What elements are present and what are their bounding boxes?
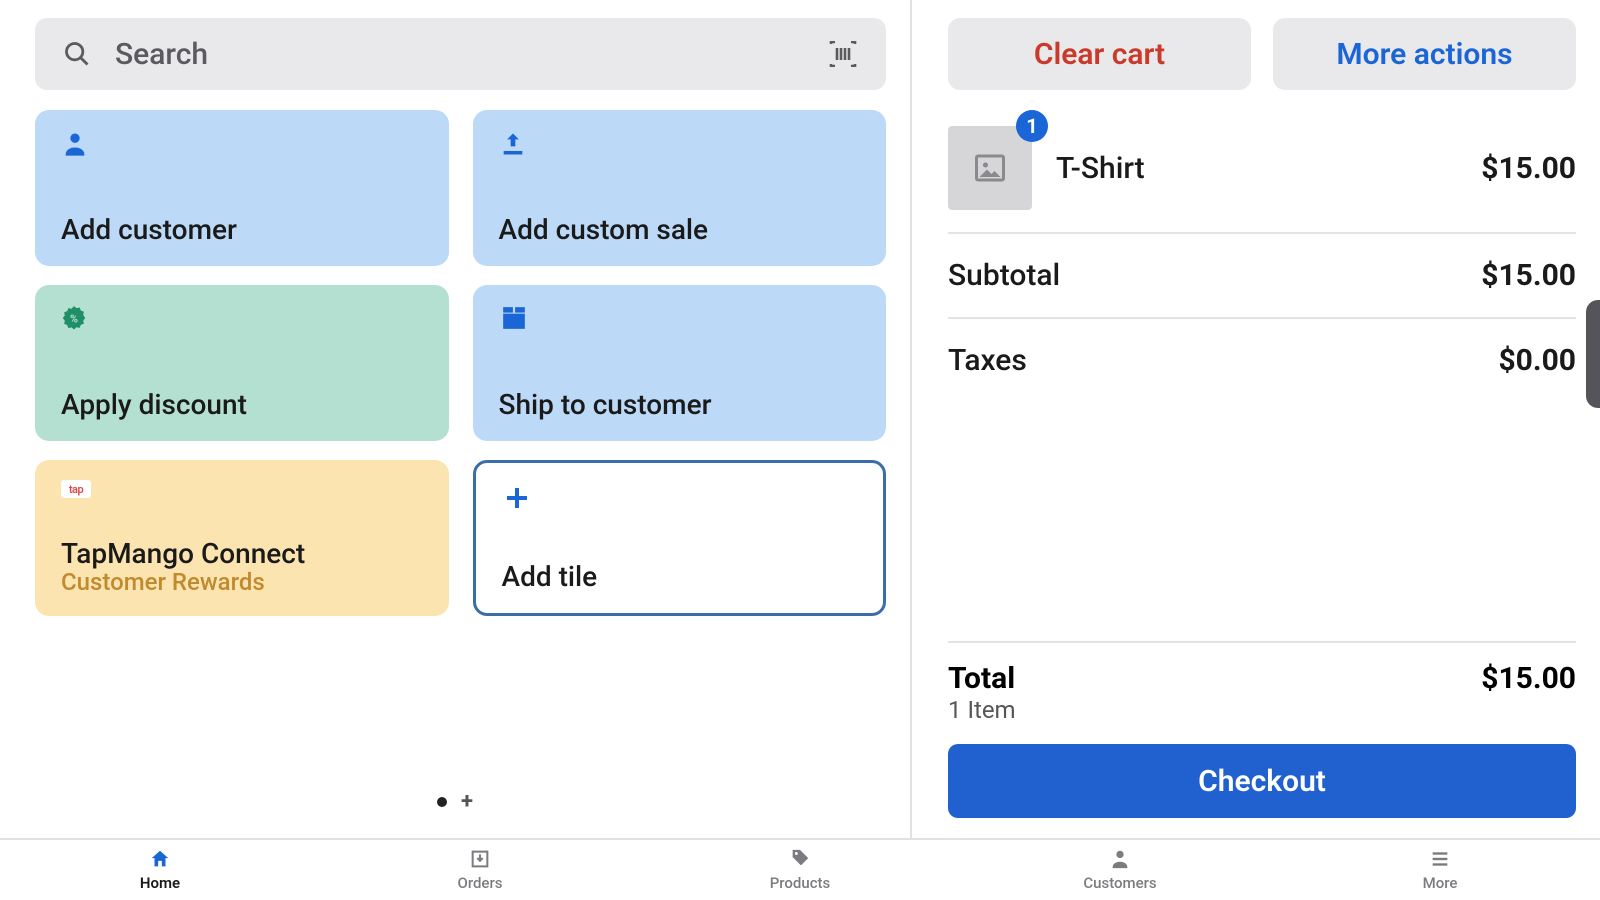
- tile-sublabel: Customer Rewards: [61, 568, 423, 596]
- package-icon: [499, 305, 527, 333]
- quantity-badge: 1: [1016, 110, 1048, 142]
- page-dot-icon: [437, 797, 447, 807]
- add-page-icon[interactable]: +: [461, 789, 473, 814]
- tile-label: Ship to customer: [499, 388, 861, 421]
- search-icon: [63, 40, 91, 68]
- nav-more[interactable]: More: [1370, 848, 1510, 892]
- total-value: $15.00: [1481, 661, 1576, 696]
- page-indicator: +: [0, 789, 910, 814]
- tapmango-badge-icon: tap: [61, 480, 423, 498]
- nav-home[interactable]: Home: [90, 848, 230, 892]
- nav-orders[interactable]: Orders: [410, 848, 550, 892]
- ship-to-customer-tile[interactable]: Ship to customer: [473, 285, 887, 441]
- add-customer-tile[interactable]: Add customer: [35, 110, 449, 266]
- total-item-count: 1 Item: [948, 696, 1016, 724]
- subtotal-value: $15.00: [1481, 258, 1576, 293]
- checkout-button[interactable]: Checkout: [948, 744, 1576, 818]
- cart-item-name: T-Shirt: [1056, 151, 1481, 186]
- add-tile-button[interactable]: Add tile: [473, 460, 887, 616]
- nav-label: Customers: [1083, 874, 1156, 892]
- menu-icon: [1427, 848, 1453, 870]
- more-actions-button[interactable]: More actions: [1273, 18, 1576, 90]
- tag-icon: [787, 848, 813, 870]
- taxes-value: $0.00: [1498, 343, 1576, 378]
- svg-text:%: %: [70, 312, 78, 325]
- tapmango-tile[interactable]: tap TapMango Connect Customer Rewards: [35, 460, 449, 616]
- person-icon: [1107, 848, 1133, 870]
- inbox-icon: [467, 848, 493, 870]
- tile-label: Apply discount: [61, 388, 423, 421]
- tile-label: Add custom sale: [499, 213, 861, 246]
- discount-badge-icon: %: [61, 305, 89, 333]
- tile-label: Add tile: [502, 560, 858, 593]
- nav-label: Products: [770, 874, 831, 892]
- add-custom-sale-tile[interactable]: Add custom sale: [473, 110, 887, 266]
- clear-cart-button[interactable]: Clear cart: [948, 18, 1251, 90]
- home-icon: [147, 848, 173, 870]
- barcode-scan-icon[interactable]: [828, 41, 858, 67]
- cart-item[interactable]: 1 T-Shirt $15.00: [948, 126, 1576, 234]
- taxes-label: Taxes: [948, 343, 1027, 378]
- tile-label: Add customer: [61, 213, 423, 246]
- search-placeholder: Search: [115, 37, 828, 72]
- drawer-handle[interactable]: ‹: [1586, 300, 1600, 408]
- subtotal-row: Subtotal $15.00: [948, 234, 1576, 319]
- total-row: Total 1 Item $15.00: [948, 661, 1576, 724]
- cart-item-price: $15.00: [1481, 151, 1576, 186]
- product-image-placeholder-icon: [948, 126, 1032, 210]
- subtotal-label: Subtotal: [948, 258, 1060, 293]
- nav-products[interactable]: Products: [730, 848, 870, 892]
- nav-label: More: [1423, 874, 1458, 892]
- nav-label: Orders: [457, 874, 502, 892]
- person-icon: [61, 130, 89, 158]
- nav-label: Home: [140, 874, 180, 892]
- upload-icon: [499, 130, 527, 158]
- checkout-label: Checkout: [1198, 764, 1326, 799]
- more-actions-label: More actions: [1336, 37, 1512, 72]
- plus-icon: [502, 483, 530, 511]
- search-bar[interactable]: Search: [35, 18, 886, 90]
- nav-customers[interactable]: Customers: [1050, 848, 1190, 892]
- bottom-nav: Home Orders Products Customers More: [0, 838, 1600, 900]
- clear-cart-label: Clear cart: [1034, 37, 1165, 72]
- apply-discount-tile[interactable]: % Apply discount: [35, 285, 449, 441]
- total-label: Total: [948, 661, 1016, 696]
- tile-label: TapMango Connect: [61, 537, 423, 570]
- taxes-row: Taxes $0.00: [948, 319, 1576, 402]
